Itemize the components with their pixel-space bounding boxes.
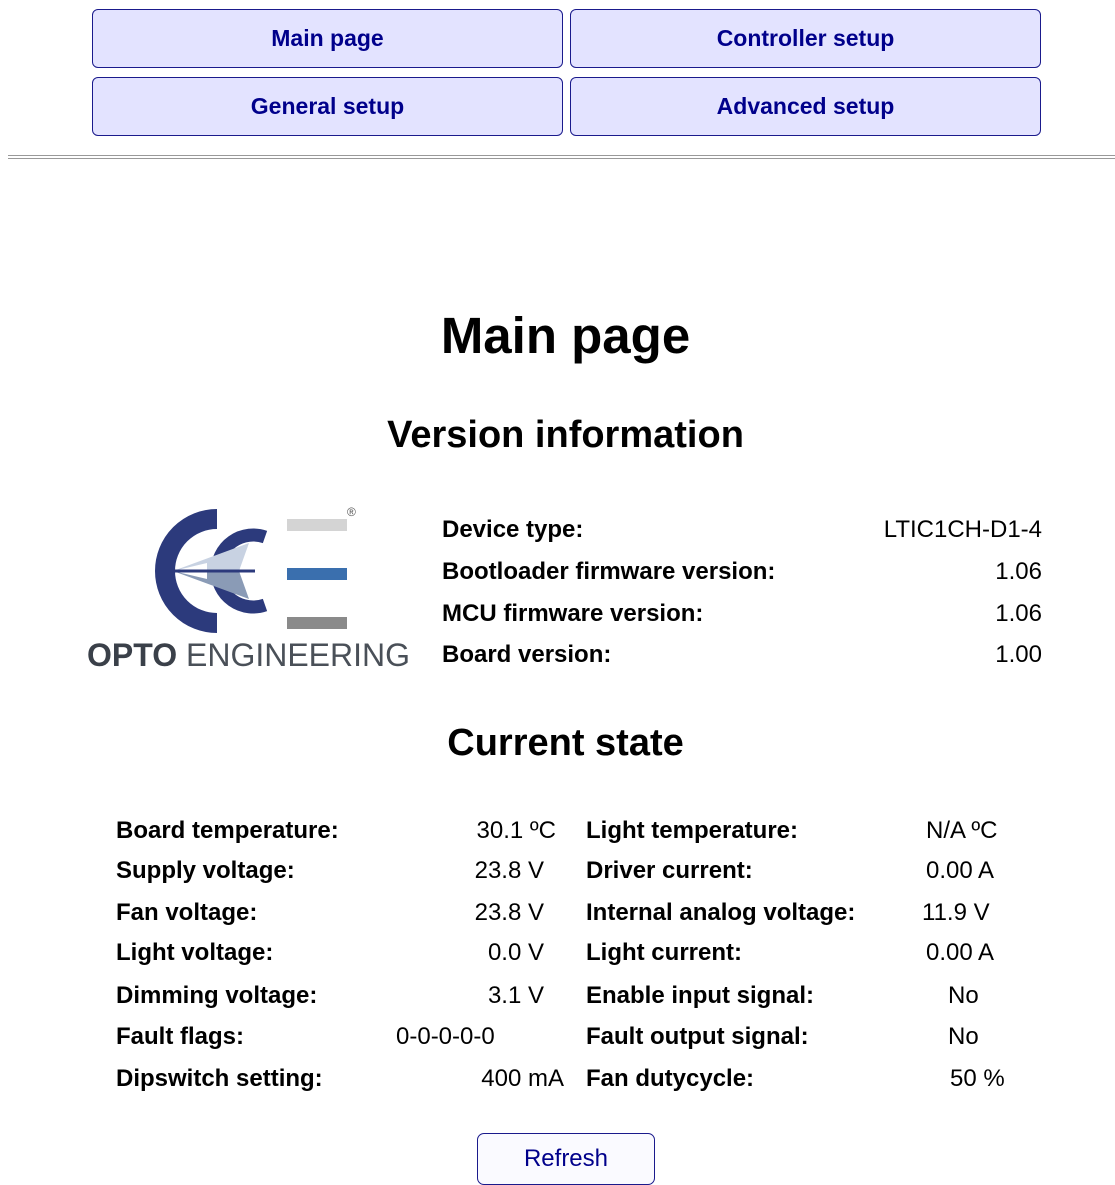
page-title: Main page bbox=[440, 307, 691, 364]
dipswitch-setting-row: Dipswitch setting: 400 mA bbox=[116, 1065, 564, 1095]
light-temperature-label: Light temperature: bbox=[586, 817, 799, 844]
dipswitch-setting-value: 400 mA bbox=[481, 1065, 564, 1092]
enable-input-signal-row: Enable input signal: No bbox=[586, 982, 1020, 1012]
light-current-label: Light current: bbox=[586, 939, 742, 966]
light-voltage-row: Light voltage: 0.0 V bbox=[116, 939, 544, 969]
supply-voltage-label: Supply voltage: bbox=[116, 857, 295, 884]
light-voltage-value: 0.0 V bbox=[487, 939, 544, 966]
bootloader-version-value: 1.06 bbox=[995, 558, 1042, 585]
fan-voltage-label: Fan voltage: bbox=[116, 899, 258, 926]
version-information-heading: Version information bbox=[387, 414, 744, 456]
fault-flags-value: 0-0-0-0-0 bbox=[396, 1023, 495, 1050]
dimming-voltage-value: 3.1 V bbox=[487, 982, 544, 1009]
device-type-value: LTIC1CH-D1-4 bbox=[883, 516, 1042, 543]
current-state-heading: Current state bbox=[447, 722, 684, 764]
internal-analog-voltage-row: Internal analog voltage: 11.9 V bbox=[586, 899, 1020, 929]
fault-output-signal-label: Fault output signal: bbox=[586, 1023, 809, 1050]
bootloader-version-label: Bootloader firmware version: bbox=[442, 558, 776, 585]
enable-input-signal-value: No bbox=[948, 982, 979, 1009]
dimming-voltage-row: Dimming voltage: 3.1 V bbox=[116, 982, 544, 1012]
fan-dutycycle-label: Fan dutycycle: bbox=[586, 1065, 755, 1092]
logo-brand-bold: OPTO bbox=[87, 637, 178, 673]
supply-voltage-row: Supply voltage: 23.8 V bbox=[116, 857, 544, 887]
refresh-button[interactable]: Refresh bbox=[477, 1133, 655, 1185]
fault-flags-row: Fault flags: 0-0-0-0-0 bbox=[116, 1023, 556, 1053]
fan-voltage-row: Fan voltage: 23.8 V bbox=[116, 899, 544, 929]
driver-current-row: Driver current: 0.00 A bbox=[586, 857, 1020, 887]
light-temperature-row: Light temperature: N/A ºC bbox=[586, 817, 1020, 847]
mcu-version-value: 1.06 bbox=[995, 600, 1042, 627]
advanced-setup-button[interactable]: Advanced setup bbox=[570, 77, 1041, 136]
fan-dutycycle-value: 50 % bbox=[950, 1065, 1005, 1092]
light-current-row: Light current: 0.00 A bbox=[586, 939, 1020, 969]
fault-flags-label: Fault flags: bbox=[116, 1023, 245, 1050]
board-version-label: Board version: bbox=[442, 641, 612, 668]
device-type-row: Device type: LTIC1CH-D1-4 bbox=[442, 516, 1042, 546]
board-version-value: 1.00 bbox=[995, 641, 1042, 668]
board-temperature-value: 30.1 ºC bbox=[476, 817, 556, 844]
fault-output-signal-row: Fault output signal: No bbox=[586, 1023, 1020, 1053]
separator bbox=[8, 155, 1115, 159]
fan-voltage-value: 23.8 V bbox=[474, 899, 544, 926]
fan-dutycycle-row: Fan dutycycle: 50 % bbox=[586, 1065, 1020, 1095]
fault-output-signal-value: No bbox=[948, 1023, 979, 1050]
nav-menu: Main page Controller setup General setup… bbox=[92, 9, 1042, 136]
dimming-voltage-label: Dimming voltage: bbox=[116, 982, 318, 1009]
board-temperature-label: Board temperature: bbox=[116, 817, 339, 844]
board-temperature-row: Board temperature: 30.1 ºC bbox=[116, 817, 556, 847]
supply-voltage-value: 23.8 V bbox=[474, 857, 544, 884]
driver-current-value: 0.00 A bbox=[926, 857, 995, 884]
light-voltage-label: Light voltage: bbox=[116, 939, 274, 966]
light-current-value: 0.00 A bbox=[926, 939, 995, 966]
internal-analog-voltage-value: 11.9 V bbox=[922, 899, 990, 926]
dipswitch-setting-label: Dipswitch setting: bbox=[116, 1065, 323, 1092]
internal-analog-voltage-label: Internal analog voltage: bbox=[586, 899, 856, 926]
main-page-button[interactable]: Main page bbox=[92, 9, 563, 68]
driver-current-label: Driver current: bbox=[586, 857, 753, 884]
logo-brand-rest: ENGINEERING bbox=[177, 637, 411, 673]
board-version-row: Board version: 1.00 bbox=[442, 641, 1042, 671]
opto-engineering-logo: ® OPTO ENGINEERING bbox=[87, 505, 427, 685]
mcu-version-row: MCU firmware version: 1.06 bbox=[442, 600, 1042, 630]
registered-mark: ® bbox=[347, 505, 356, 519]
light-temperature-value: N/A ºC bbox=[926, 817, 998, 844]
bootloader-version-row: Bootloader firmware version: 1.06 bbox=[442, 558, 1042, 588]
logo-brand-text: OPTO ENGINEERING bbox=[87, 637, 410, 674]
controller-setup-button[interactable]: Controller setup bbox=[570, 9, 1041, 68]
enable-input-signal-label: Enable input signal: bbox=[586, 982, 815, 1009]
general-setup-button[interactable]: General setup bbox=[92, 77, 563, 136]
logo-mark-icon bbox=[155, 509, 347, 633]
device-type-label: Device type: bbox=[442, 516, 584, 543]
mcu-version-label: MCU firmware version: bbox=[442, 600, 704, 627]
